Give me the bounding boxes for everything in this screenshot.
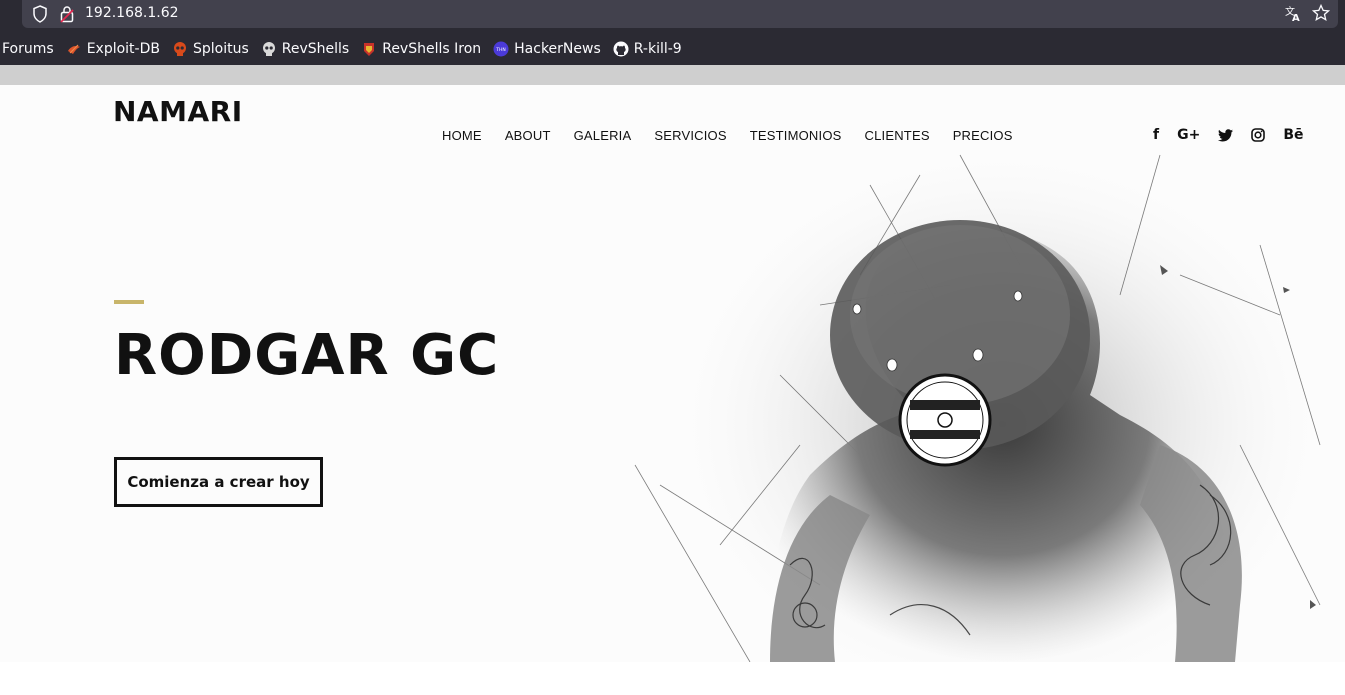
nav-precios[interactable]: PRECIOS — [953, 128, 1013, 143]
nav-about[interactable]: ABOUT — [505, 128, 551, 143]
bookmark-revshells[interactable]: RevShells — [261, 41, 349, 57]
website-viewport: NAMARI HOME ABOUT GALERIA SERVICIOS TEST… — [0, 85, 1345, 662]
bookmark-forums[interactable]: Forums — [2, 41, 54, 57]
github-icon — [613, 41, 629, 57]
hero-title: RODGAR GC — [114, 323, 500, 388]
url-text[interactable]: 192.168.1.62 — [85, 5, 179, 21]
instagram-icon[interactable] — [1251, 127, 1266, 143]
browser-toolbar: 192.168.1.62 文 A — [0, 0, 1345, 32]
main-nav: HOME ABOUT GALERIA SERVICIOS TESTIMONIOS… — [442, 128, 1036, 143]
skull-icon — [172, 41, 188, 57]
bookmark-r-kill-9[interactable]: R-kill-9 — [613, 41, 682, 57]
address-bar[interactable]: 192.168.1.62 文 A — [22, 0, 1338, 28]
bookmark-exploit-db[interactable]: Exploit-DB — [66, 41, 160, 57]
nav-servicios[interactable]: SERVICIOS — [654, 128, 726, 143]
page-loading-strip — [0, 65, 1345, 85]
site-logo[interactable]: NAMARI — [113, 95, 243, 128]
page-bottom-strip — [0, 662, 1345, 695]
bookmarks-toolbar: Forums Exploit-DB Sploitus RevShells Rev… — [0, 32, 1345, 65]
exploitdb-icon — [66, 41, 82, 57]
nav-testimonios[interactable]: TESTIMONIOS — [750, 128, 842, 143]
nav-galeria[interactable]: GALERIA — [574, 128, 632, 143]
skull-icon — [261, 41, 277, 57]
google-plus-icon[interactable]: G+ — [1177, 127, 1200, 143]
svg-text:THN: THN — [495, 47, 506, 53]
behance-icon[interactable]: Bē — [1283, 127, 1303, 143]
bookmark-label: RevShells — [281, 40, 350, 57]
nav-clientes[interactable]: CLIENTES — [865, 128, 930, 143]
bookmark-label: RevShells Iron — [382, 40, 482, 57]
bookmark-revshells-iron[interactable]: RevShells Iron — [361, 41, 481, 57]
bookmark-label: R-kill-9 — [633, 40, 682, 57]
svg-text:A: A — [1292, 13, 1300, 22]
hero-accent-bar — [114, 300, 144, 304]
twitter-icon[interactable] — [1218, 127, 1234, 143]
thn-icon: THN — [493, 41, 509, 57]
star-icon[interactable] — [1312, 4, 1330, 22]
bookmark-label: Forums — [2, 40, 54, 57]
bookmark-label: Exploit-DB — [86, 40, 160, 57]
nav-home[interactable]: HOME — [442, 128, 482, 143]
bookmark-label: HackerNews — [514, 40, 601, 57]
shield-icon[interactable] — [32, 5, 48, 23]
bookmark-hackernews[interactable]: THN HackerNews — [493, 41, 601, 57]
bookmark-sploitus[interactable]: Sploitus — [172, 41, 249, 57]
translate-icon[interactable]: 文 A — [1284, 4, 1302, 22]
bookmark-label: Sploitus — [192, 40, 249, 57]
hero-illustration — [634, 145, 1340, 662]
ironman-icon — [361, 41, 377, 57]
facebook-icon[interactable]: f — [1153, 127, 1159, 143]
social-links: f G+ Bē — [1153, 127, 1322, 143]
cta-button[interactable]: Comienza a crear hoy — [114, 457, 323, 507]
lock-warning-icon[interactable] — [59, 5, 75, 23]
